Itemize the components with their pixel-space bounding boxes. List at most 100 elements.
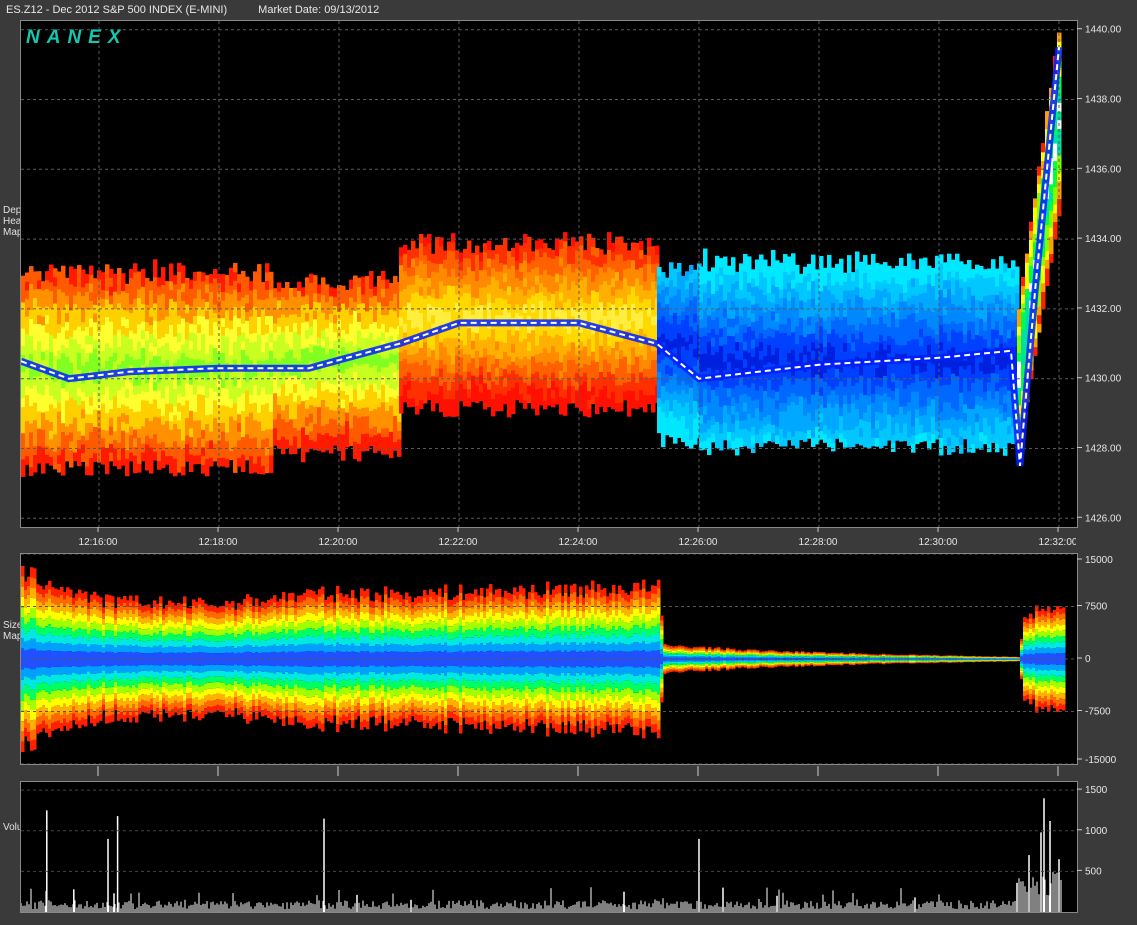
heat-cell: [475, 393, 480, 404]
heat-cell: [823, 424, 828, 435]
heat-cell: [535, 310, 540, 320]
heat-cell: [93, 417, 98, 427]
heat-cell: [101, 280, 106, 291]
heat-cell: [349, 340, 354, 350]
heat-cell: [399, 247, 404, 257]
heat-cell: [321, 425, 326, 435]
heat-cell: [571, 307, 576, 317]
heat-cell: [269, 455, 274, 465]
heat-cell: [669, 314, 674, 324]
heat-cell: [141, 277, 146, 287]
heat-cell: [715, 421, 720, 431]
heat-cell: [385, 297, 390, 307]
heat-cell: [803, 275, 808, 285]
heat-cell: [221, 274, 226, 284]
heat-cell: [571, 385, 576, 395]
heat-cell: [57, 454, 62, 464]
heat-cell: [863, 298, 868, 308]
heat-cell: [229, 267, 234, 277]
heat-cell: [883, 279, 888, 289]
heat-cell: [763, 277, 768, 287]
heat-cell: [867, 317, 872, 327]
heat-cell: [21, 293, 26, 303]
heat-cell: [225, 275, 230, 285]
heat-cell: [747, 265, 752, 275]
heat-cell: [221, 422, 226, 432]
heat-cell: [463, 353, 468, 363]
heat-cell: [377, 424, 382, 434]
heat-cell: [357, 338, 362, 348]
heat-cell: [181, 448, 186, 458]
heat-cell: [867, 299, 872, 309]
heat-cell: [511, 300, 516, 310]
heat-cell: [779, 402, 784, 412]
heat-cell: [277, 378, 282, 388]
heat-cell: [487, 293, 492, 303]
heat-cell: [599, 336, 604, 346]
heat-cell: [791, 314, 796, 324]
heat-cell: [365, 363, 370, 373]
heat-cell: [411, 266, 416, 276]
heat-cell: [867, 290, 872, 301]
heat-cell: [113, 439, 118, 449]
heat-cell: [955, 332, 960, 342]
heat-cell: [919, 267, 924, 277]
heat-cell: [487, 354, 492, 364]
heat-cell: [265, 446, 270, 456]
heat-cell: [879, 264, 884, 274]
heat-cell: [61, 335, 66, 345]
heat-cell: [443, 398, 448, 409]
heat-cell: [495, 279, 500, 290]
heat-cell: [45, 358, 50, 368]
heat-cell: [919, 406, 924, 416]
heat-cell: [693, 330, 698, 340]
heat-cell: [559, 344, 564, 354]
heat-cell: [855, 312, 860, 322]
heat-cell: [939, 428, 944, 439]
heat-cell: [447, 285, 452, 295]
heat-cell: [193, 420, 198, 430]
heat-cell: [189, 384, 194, 394]
heat-cell: [257, 395, 262, 405]
heat-cell: [423, 289, 428, 299]
heat-cell: [483, 330, 488, 340]
heat-cell: [627, 363, 632, 374]
heat-cell: [907, 401, 912, 411]
heat-cell: [727, 265, 732, 275]
heat-cell: [197, 437, 202, 447]
heat-cell: [345, 394, 350, 404]
heat-cell: [65, 426, 70, 436]
heat-cell: [527, 393, 532, 404]
heat-cell: [703, 353, 708, 363]
heat-cell: [89, 352, 94, 363]
heat-cell: [791, 427, 796, 437]
heat-cell: [703, 431, 708, 441]
heat-cell: [587, 233, 592, 243]
heat-cell: [531, 268, 536, 278]
heat-cell: [153, 346, 158, 356]
heat-cell: [947, 314, 952, 324]
heat-cell: [743, 419, 748, 429]
heat-cell: [193, 333, 198, 343]
heat-cell: [369, 288, 374, 298]
heat-cell: [719, 423, 724, 434]
heat-cell: [673, 303, 678, 313]
heat-cell: [233, 428, 238, 438]
heat-cell: [759, 385, 764, 395]
heat-cell: [907, 279, 912, 289]
heat-cell: [249, 420, 254, 430]
heat-cell: [747, 273, 752, 283]
heat-cell: [555, 360, 560, 370]
heat-cell: [651, 351, 656, 361]
heat-cell: [685, 376, 690, 386]
heat-cell: [657, 380, 662, 390]
heat-cell: [293, 383, 298, 393]
heat-cell: [377, 406, 382, 416]
heat-cell: [69, 362, 74, 372]
heat-cell: [807, 420, 812, 431]
heat-cell: [479, 287, 484, 297]
heat-cell: [133, 289, 138, 299]
heat-cell: [607, 354, 612, 364]
heat-cell: [875, 315, 880, 325]
heat-cell: [747, 404, 752, 414]
